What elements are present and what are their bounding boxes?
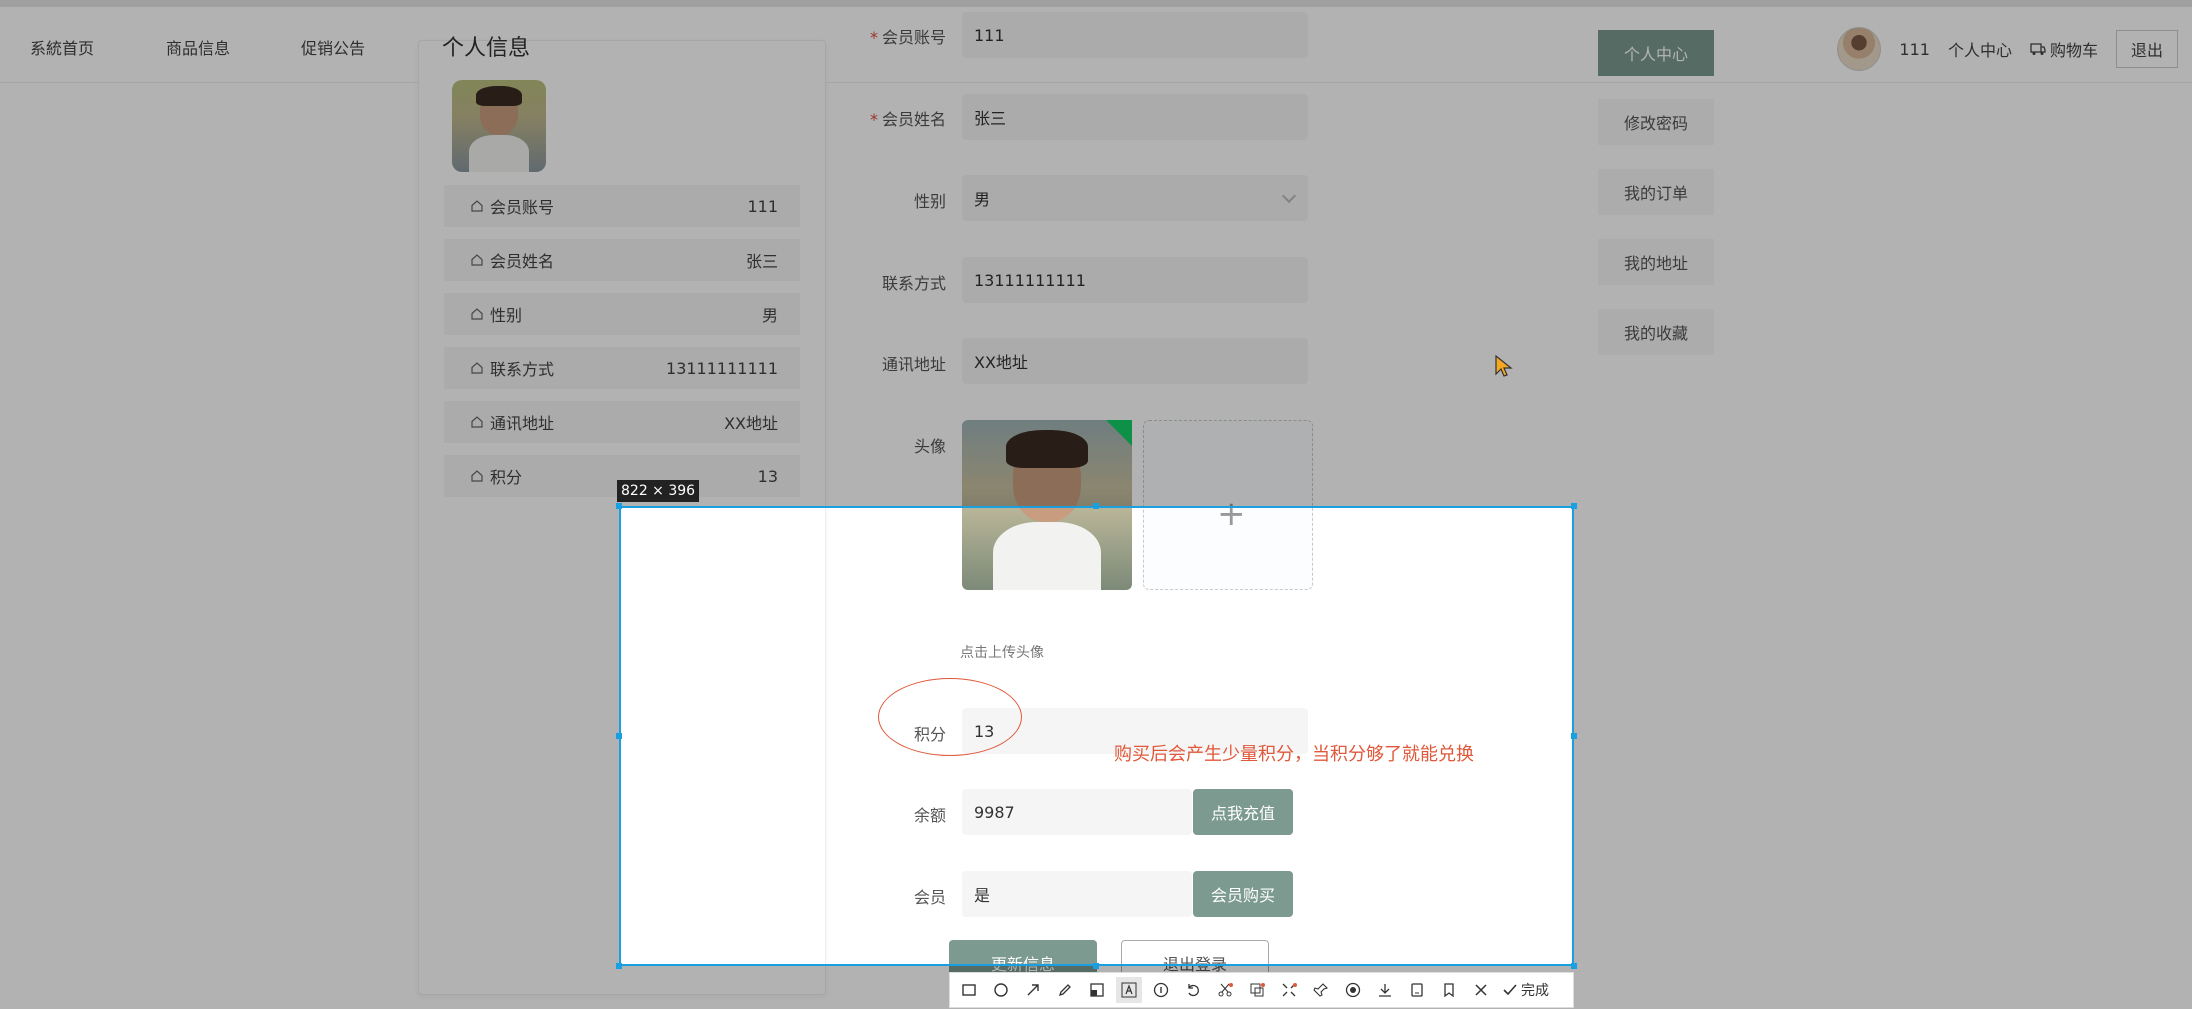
dim-overlay bbox=[1574, 506, 2192, 1009]
resize-handle[interactable] bbox=[1093, 503, 1099, 509]
dim-overlay bbox=[0, 506, 619, 1009]
save-icon[interactable] bbox=[1404, 977, 1430, 1003]
resize-handle[interactable] bbox=[1571, 963, 1577, 969]
done-button[interactable]: 完成 bbox=[1502, 980, 1549, 1000]
form-label-balance: 余额 bbox=[913, 806, 946, 825]
annotation-text[interactable]: 购买后会产生少量积分，当积分够了就能兑换 bbox=[1114, 740, 1474, 766]
arrow-icon[interactable] bbox=[1020, 977, 1046, 1003]
checkmark-icon bbox=[1503, 984, 1517, 996]
balance-field[interactable]: 9987 bbox=[962, 789, 1192, 835]
pencil-icon[interactable] bbox=[1052, 977, 1078, 1003]
member-field[interactable]: 是 bbox=[962, 871, 1192, 917]
download-icon[interactable] bbox=[1372, 977, 1398, 1003]
done-label: 完成 bbox=[1521, 983, 1549, 999]
ocr-icon[interactable] bbox=[1244, 977, 1270, 1003]
ellipse-icon[interactable] bbox=[988, 977, 1014, 1003]
mouse-cursor-icon bbox=[1495, 354, 1513, 377]
annotation-ellipse[interactable] bbox=[878, 678, 1022, 756]
recharge-button[interactable]: 点我充值 bbox=[1193, 789, 1293, 835]
resize-handle[interactable] bbox=[1093, 963, 1099, 969]
screenshot-toolbar: 完成 bbox=[949, 972, 1574, 1008]
resize-handle[interactable] bbox=[1571, 503, 1577, 509]
upload-hint: 点击上传头像 bbox=[960, 645, 1044, 661]
record-icon[interactable] bbox=[1340, 977, 1366, 1003]
resize-handle[interactable] bbox=[616, 733, 622, 739]
cut-icon[interactable] bbox=[1212, 977, 1238, 1003]
text-icon[interactable] bbox=[1116, 977, 1142, 1003]
cancel-icon[interactable] bbox=[1468, 977, 1494, 1003]
undo-icon[interactable] bbox=[1180, 977, 1206, 1003]
page: 系統首页 商品信息 促销公告 留言板 111 个人中心 购物车 退出 个人信息 … bbox=[0, 0, 2192, 1009]
mosaic-icon[interactable] bbox=[1084, 977, 1110, 1003]
selection-size-label: 822 × 396 bbox=[617, 480, 700, 502]
resize-handle[interactable] bbox=[1571, 733, 1577, 739]
pin-icon[interactable] bbox=[1308, 977, 1334, 1003]
translate-icon[interactable] bbox=[1276, 977, 1302, 1003]
rectangle-icon[interactable] bbox=[956, 977, 982, 1003]
bookmark-icon[interactable] bbox=[1436, 977, 1462, 1003]
resize-handle[interactable] bbox=[616, 503, 622, 509]
form-label-member: 会员 bbox=[913, 888, 946, 907]
resize-handle[interactable] bbox=[616, 963, 622, 969]
dim-overlay bbox=[0, 0, 2192, 506]
buy-member-button[interactable]: 会员购买 bbox=[1193, 871, 1293, 917]
number-icon[interactable] bbox=[1148, 977, 1174, 1003]
